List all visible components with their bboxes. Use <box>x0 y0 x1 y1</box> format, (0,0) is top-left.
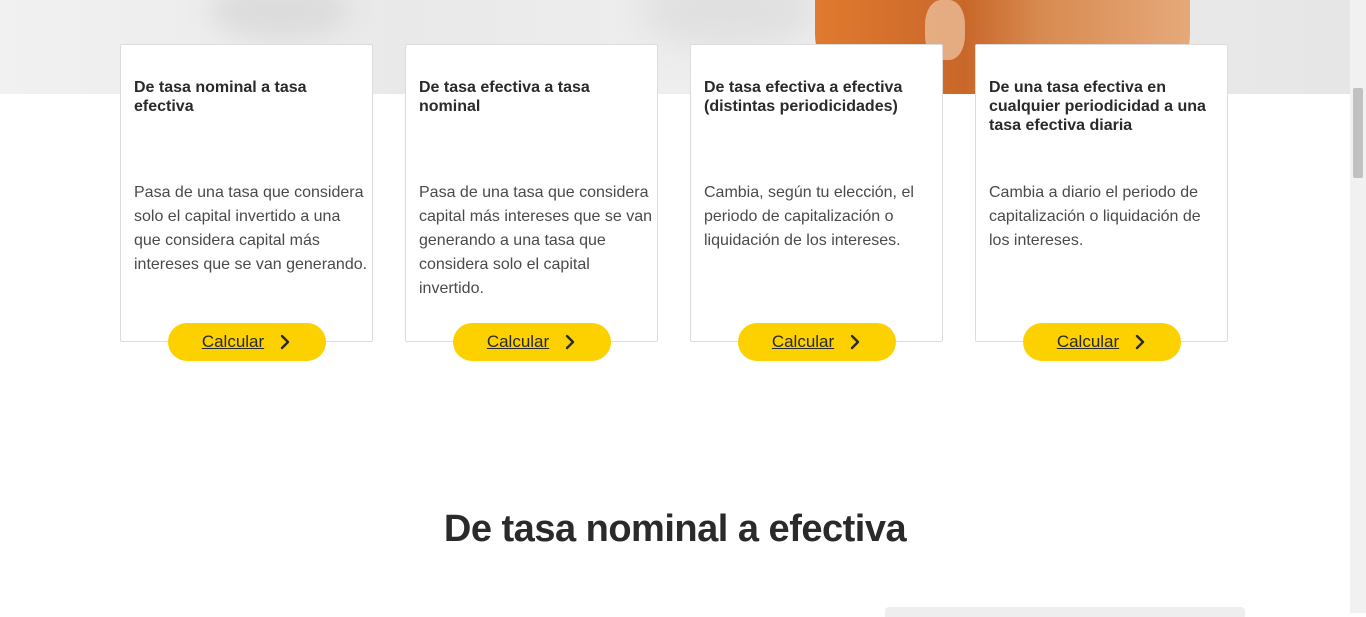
card-title: De una tasa efectiva en cualquier period… <box>989 79 1206 134</box>
vertical-scrollbar[interactable] <box>1350 0 1366 613</box>
card-title: De tasa nominal a tasa efectiva <box>134 79 307 115</box>
hero-background-shape <box>640 0 820 50</box>
calculate-button[interactable]: Calcular <box>1023 323 1181 361</box>
calculate-button-label: Calcular <box>1056 332 1120 351</box>
calculate-button-label: Calcular <box>771 332 835 351</box>
calculator-card-effective-to-daily: De una tasa efectiva en cualquier period… <box>975 44 1228 342</box>
calculator-card-nominal-to-effective: De tasa nominal a tasa efectiva Pasa de … <box>120 44 373 342</box>
calculator-card-effective-to-nominal: De tasa efectiva a tasa nominal Pasa de … <box>405 44 658 342</box>
calculator-card-effective-to-effective: De tasa efectiva a efectiva (distintas p… <box>690 44 943 342</box>
card-title: De tasa efectiva a tasa nominal <box>419 79 590 115</box>
card-description: Pasa de una tasa que considera capital m… <box>419 184 653 297</box>
card-title: De tasa efectiva a efectiva (distintas p… <box>704 79 903 115</box>
card-description: Cambia a diario el periodo de capitaliza… <box>989 184 1201 249</box>
calculator-panel-edge <box>885 607 1245 617</box>
chevron-right-icon <box>280 334 290 350</box>
card-description: Cambia, según tu elección, el periodo de… <box>704 184 914 249</box>
chevron-right-icon <box>1135 334 1145 350</box>
calculate-button[interactable]: Calcular <box>738 323 896 361</box>
calculate-button-label: Calcular <box>201 332 265 351</box>
hero-background-shape <box>210 0 350 40</box>
chevron-right-icon <box>850 334 860 350</box>
calculate-button[interactable]: Calcular <box>453 323 611 361</box>
chevron-right-icon <box>565 334 575 350</box>
calculate-button[interactable]: Calcular <box>168 323 326 361</box>
calculate-button-label: Calcular <box>486 332 550 351</box>
scrollbar-thumb[interactable] <box>1353 88 1363 178</box>
section-title: De tasa nominal a efectiva <box>443 508 907 550</box>
card-description: Pasa de una tasa que considera solo el c… <box>134 184 368 273</box>
